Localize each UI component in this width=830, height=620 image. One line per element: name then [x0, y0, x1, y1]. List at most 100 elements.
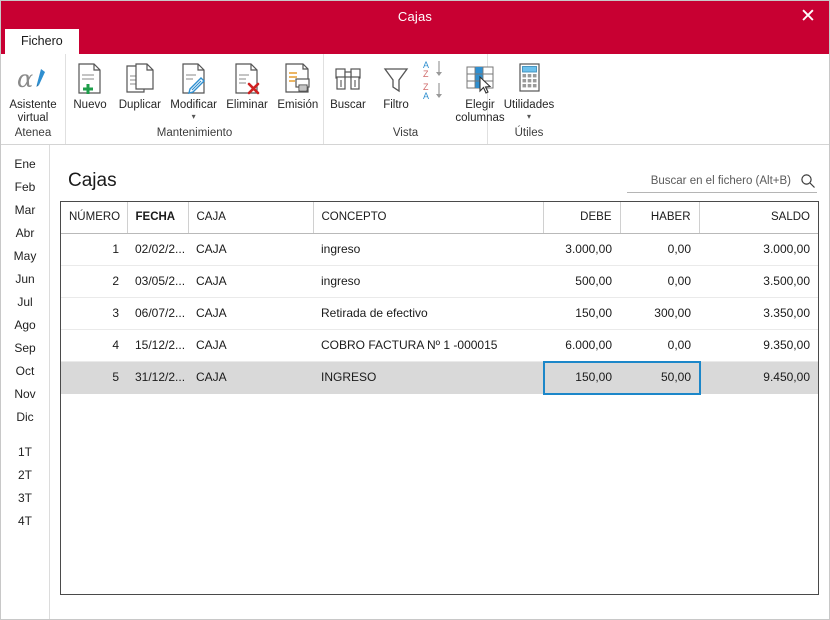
svg-text:A: A — [423, 91, 429, 101]
sidebar-item-month-feb[interactable]: Feb — [1, 176, 49, 199]
funnel-filter-icon — [381, 60, 411, 98]
sidebar-item-month-dic[interactable]: Dic — [1, 406, 49, 429]
title-bar: Cajas ✕ Fichero — [1, 1, 829, 54]
sidebar-item-month-may[interactable]: May — [1, 245, 49, 268]
print-report-icon — [283, 60, 313, 98]
sidebar-item-month-mar[interactable]: Mar — [1, 199, 49, 222]
cell-numero[interactable]: 1 — [61, 233, 127, 266]
cell-fecha[interactable]: 06/07/2... — [127, 297, 188, 330]
column-header-concepto[interactable]: CONCEPTO — [313, 202, 544, 234]
cell-haber[interactable]: 0,00 — [620, 329, 699, 362]
sidebar-item-quarter-3t[interactable]: 3T — [1, 487, 49, 510]
ribbon-button-eliminar[interactable]: Eliminar — [222, 58, 273, 112]
ribbon-button-modificar[interactable]: Modificar ▾ — [166, 58, 222, 121]
cell-caja[interactable]: CAJA — [188, 233, 313, 266]
column-header-haber[interactable]: HABER — [620, 202, 700, 234]
window-title: Cajas — [397, 9, 433, 24]
column-header-numero[interactable]: NÚMERO — [61, 202, 128, 234]
ribbon-button-emision[interactable]: Emisión — [273, 58, 323, 112]
table-row[interactable]: 1 02/02/2... CAJA ingreso 3.000,00 0,00 3.000,… — [61, 233, 818, 266]
cell-numero[interactable]: 3 — [61, 297, 127, 330]
sidebar-item-month-nov[interactable]: Nov — [1, 383, 49, 406]
ribbon-button-label: Nuevo — [73, 99, 107, 111]
ribbon-group-atenea: α Asistente virtual Atenea — [1, 54, 66, 144]
cell-caja[interactable]: CAJA — [188, 361, 313, 394]
ribbon-button-buscar[interactable]: Buscar — [324, 58, 372, 112]
cell-caja[interactable]: CAJA — [188, 297, 313, 330]
ribbon-group-label-mantenimiento: Mantenimiento — [156, 127, 233, 139]
content-panel: Cajas Buscar en el fichero (Alt+B) NÚMER… — [50, 145, 829, 619]
table-row[interactable]: 5 31/12/2... CAJA INGRESO 150,00 50,00 9.450,0… — [61, 361, 818, 394]
cell-debe[interactable]: 150,00 — [543, 297, 620, 330]
ribbon-group-utiles: Utilidades ▾ Útiles — [488, 54, 570, 144]
column-header-fecha[interactable]: FECHA — [127, 202, 189, 234]
cell-concepto[interactable]: ingreso — [313, 265, 543, 298]
cell-haber[interactable]: 0,00 — [620, 265, 699, 298]
cell-saldo[interactable]: 9.450,00 — [699, 361, 818, 394]
cell-numero[interactable]: 5 — [61, 361, 127, 394]
sidebar-item-month-jul[interactable]: Jul — [1, 291, 49, 314]
ribbon-group-vista: Buscar Filtro A Z Z A Elegir columnas Vi… — [324, 54, 505, 144]
close-icon[interactable]: ✕ — [793, 3, 823, 29]
ribbon-button-filtro[interactable]: Filtro — [372, 58, 420, 112]
column-header-debe[interactable]: DEBE — [543, 202, 621, 234]
sidebar-item-month-abr[interactable]: Abr — [1, 222, 49, 245]
sidebar-item-month-jun[interactable]: Jun — [1, 268, 49, 291]
chevron-down-icon[interactable]: ▾ — [192, 113, 196, 121]
ribbon-button-nuevo[interactable]: Nuevo — [66, 58, 114, 112]
cell-concepto[interactable]: Retirada de efectivo — [313, 297, 543, 330]
cell-saldo[interactable]: 3.350,00 — [699, 297, 818, 330]
cell-concepto[interactable]: INGRESO — [313, 361, 543, 394]
sidebar-item-quarter-1t[interactable]: 1T — [1, 441, 49, 464]
cell-numero[interactable]: 2 — [61, 265, 127, 298]
cell-haber[interactable]: 300,00 — [620, 297, 699, 330]
ribbon-button-label: Filtro — [383, 99, 409, 111]
tab-fichero[interactable]: Fichero — [5, 29, 79, 54]
table-row[interactable]: 4 15/12/2... CAJA COBRO FACTURA Nº 1 -00001… — [61, 329, 818, 362]
ribbon-button-asistente-virtual[interactable]: α Asistente virtual — [3, 58, 63, 125]
sidebar-item-month-sep[interactable]: Sep — [1, 337, 49, 360]
cell-numero[interactable]: 4 — [61, 329, 127, 362]
search-input[interactable] — [627, 175, 799, 187]
cell-caja[interactable]: CAJA — [188, 329, 313, 362]
ribbon-button-label: Utilidades — [503, 99, 555, 111]
cell-haber[interactable]: 50,00 — [620, 361, 699, 394]
chevron-down-icon[interactable]: ▾ — [527, 113, 531, 121]
cell-saldo[interactable]: 3.000,00 — [699, 233, 818, 266]
sidebar-item-quarter-2t[interactable]: 2T — [1, 464, 49, 487]
cell-fecha[interactable]: 02/02/2... — [127, 233, 188, 266]
cell-saldo[interactable]: 3.500,00 — [699, 265, 818, 298]
cell-concepto[interactable]: COBRO FACTURA Nº 1 -000015 — [313, 329, 543, 362]
search-box[interactable] — [627, 173, 817, 193]
sidebar-item-quarter-4t[interactable]: 4T — [1, 510, 49, 533]
cell-fecha[interactable]: 15/12/2... — [127, 329, 188, 362]
ribbon-button-label: Buscar — [330, 99, 366, 111]
table-body: 1 02/02/2... CAJA ingreso 3.000,00 0,00 3.000,… — [61, 233, 818, 394]
sidebar-item-month-ago[interactable]: Ago — [1, 314, 49, 337]
cell-caja[interactable]: CAJA — [188, 265, 313, 298]
ribbon: α Asistente virtual Atenea Nuevo Duplica… — [1, 54, 829, 145]
ribbon-button-utilidades[interactable]: Utilidades ▾ — [494, 58, 564, 121]
ribbon-group-label-utiles: Útiles — [514, 127, 544, 139]
cell-debe[interactable]: 500,00 — [543, 265, 620, 298]
edit-document-icon — [179, 60, 209, 98]
cell-debe[interactable]: 3.000,00 — [543, 233, 620, 266]
search-icon[interactable] — [799, 173, 817, 189]
column-header-saldo[interactable]: SALDO — [699, 202, 818, 234]
ribbon-button-duplicar[interactable]: Duplicar — [114, 58, 166, 112]
table-row[interactable]: 3 06/07/2... CAJA Retirada de efectivo 150,0… — [61, 297, 818, 330]
ribbon-group-mantenimiento: Nuevo Duplicar Modificar ▾ Eliminar Emis… — [66, 54, 324, 144]
table-row[interactable]: 2 03/05/2... CAJA ingreso 500,00 0,00 3.500,00 — [61, 265, 818, 298]
cell-concepto[interactable]: ingreso — [313, 233, 543, 266]
cell-debe[interactable]: 6.000,00 — [543, 329, 620, 362]
column-header-caja[interactable]: CAJA — [188, 202, 314, 234]
cell-saldo[interactable]: 9.350,00 — [699, 329, 818, 362]
cell-fecha[interactable]: 03/05/2... — [127, 265, 188, 298]
cell-fecha[interactable]: 31/12/2... — [127, 361, 188, 394]
duplicate-document-icon — [124, 60, 156, 98]
cell-haber[interactable]: 0,00 — [620, 233, 699, 266]
sidebar-item-month-oct[interactable]: Oct — [1, 360, 49, 383]
cell-debe[interactable]: 150,00 — [543, 361, 620, 394]
ribbon-button-sort[interactable]: A Z Z A — [420, 58, 452, 105]
sidebar-item-month-ene[interactable]: Ene — [1, 153, 49, 176]
